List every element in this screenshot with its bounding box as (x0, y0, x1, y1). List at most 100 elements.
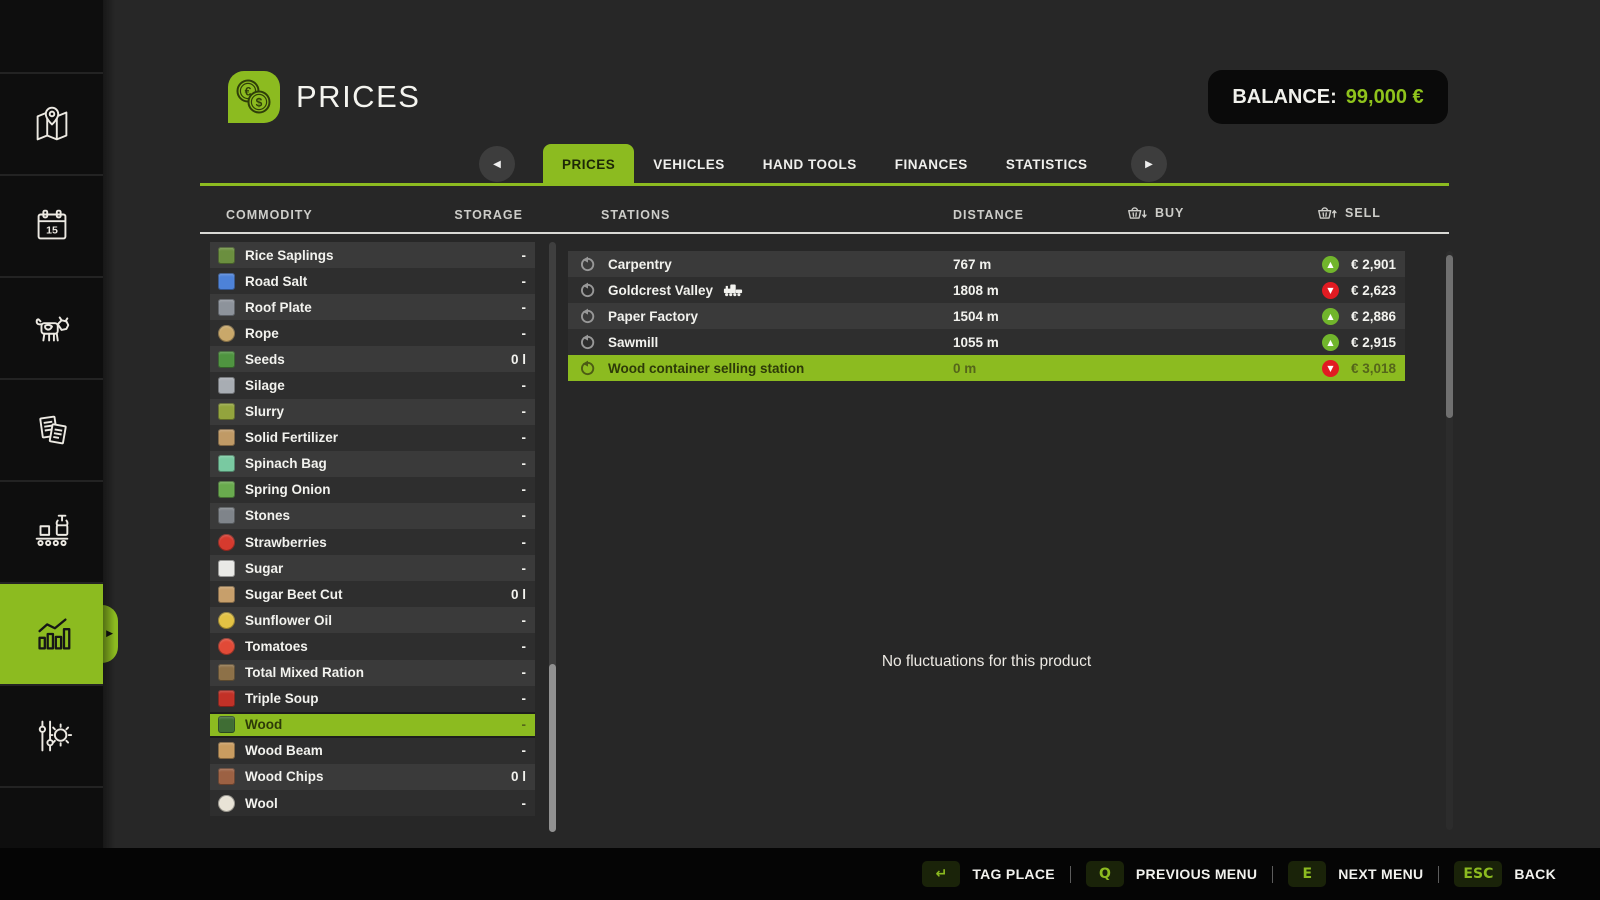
tab-prices[interactable]: PRICES (543, 144, 634, 184)
commodity-row[interactable]: Seeds 0 l (210, 346, 535, 372)
commodity-storage-value: - (522, 665, 527, 680)
commodity-name: Tomatoes (245, 639, 308, 654)
tomatoes-icon (218, 638, 235, 655)
silage-icon (218, 377, 235, 394)
station-row[interactable]: Carpentry 767 m ▲ € 2,901 (568, 251, 1405, 277)
commodity-row[interactable]: Spring Onion - (210, 477, 535, 503)
commodity-row[interactable]: Rope - (210, 320, 535, 346)
commodity-row[interactable]: Solid Fertilizer - (210, 425, 535, 451)
commodity-row[interactable]: Stones - (210, 503, 535, 529)
header-underline (200, 232, 1449, 234)
triple-soup-icon (218, 690, 235, 707)
commodity-row[interactable]: Triple Soup - (210, 686, 535, 712)
hint-tag-place[interactable]: ↵ TAG PLACE (922, 861, 1055, 887)
station-hotspot-icon (578, 308, 595, 325)
commodity-row[interactable]: Wood Chips 0 l (210, 764, 535, 790)
commodity-row[interactable]: Tomatoes - (210, 633, 535, 659)
commodity-row[interactable]: Silage - (210, 372, 535, 398)
station-sell-price: € 2,886 (1351, 309, 1396, 324)
tab-label: FINANCES (895, 157, 968, 172)
price-trend-icon: ▲ (1322, 256, 1339, 273)
station-name: Sawmill (608, 335, 658, 350)
map-icon (29, 101, 75, 147)
commodity-row[interactable]: Roof Plate - (210, 294, 535, 320)
station-sell-price: € 2,901 (1351, 257, 1396, 272)
commodity-scrollbar-thumb[interactable] (549, 664, 556, 832)
commodity-name: Sugar (245, 561, 283, 576)
settings-sliders-icon (29, 713, 75, 759)
station-name: Wood container selling station (608, 361, 804, 376)
tab-hand-tools[interactable]: HAND TOOLS (744, 144, 876, 184)
commodity-name: Rope (245, 326, 279, 341)
commodity-storage-value: - (522, 535, 527, 550)
station-sell-price: € 3,018 (1351, 361, 1396, 376)
sidebar-item-statistics[interactable]: ▶ (0, 584, 103, 686)
station-row[interactable]: Sawmill 1055 m ▲ € 2,915 (568, 329, 1405, 355)
commodity-storage-value: 0 l (511, 769, 526, 784)
commodity-row[interactable]: Total Mixed Ration - (210, 660, 535, 686)
hint-back[interactable]: ESC BACK (1454, 861, 1556, 887)
sunflower-oil-icon (218, 612, 235, 629)
price-trend-icon: ▲ (1322, 308, 1339, 325)
commodity-row[interactable]: Slurry - (210, 399, 535, 425)
tab-finances[interactable]: FINANCES (876, 144, 987, 184)
station-distance: 1808 m (953, 283, 999, 298)
stations-scrollbar-thumb[interactable] (1446, 255, 1453, 418)
tab-label: VEHICLES (653, 157, 725, 172)
rope-icon (218, 325, 235, 342)
input-hints-bar: ↵ TAG PLACE Q PREVIOUS MENU E NEXT MENU … (0, 848, 1600, 900)
seeds-icon (218, 351, 235, 368)
commodity-row[interactable]: Wood Beam - (210, 738, 535, 764)
sidebar-item-settings[interactable] (0, 686, 103, 788)
commodity-row[interactable]: Road Salt - (210, 268, 535, 294)
commodity-storage-value: - (522, 326, 527, 341)
wood-beam-icon (218, 742, 235, 759)
tab-bar: PRICES VEHICLES HAND TOOLS FINANCES STATISTI… (543, 144, 1107, 184)
commodity-row[interactable]: Rice Saplings - (210, 242, 535, 268)
station-name: Paper Factory (608, 309, 698, 324)
station-hotspot-icon (578, 360, 595, 377)
sidebar-item-contracts[interactable] (0, 380, 103, 482)
train-icon (723, 283, 743, 297)
slurry-icon (218, 403, 235, 420)
page-title: PRICES (296, 79, 420, 115)
station-row[interactable]: Wood container selling station 0 m ▼ € 3… (568, 355, 1405, 381)
column-sell: SELL (1316, 204, 1381, 221)
station-row[interactable]: Paper Factory 1504 m ▲ € 2,886 (568, 303, 1405, 329)
commodity-row[interactable]: Wool - (210, 790, 535, 816)
tab-statistics[interactable]: STATISTICS (987, 144, 1107, 184)
commodity-name: Wood (245, 717, 282, 732)
hint-next-menu[interactable]: E NEXT MENU (1288, 861, 1423, 887)
sidebar-item-production[interactable] (0, 482, 103, 584)
footer-divider (1070, 866, 1071, 883)
sidebar-item-animals[interactable] (0, 278, 103, 380)
sidebar-spacer (0, 0, 103, 74)
commodity-row[interactable]: Sunflower Oil - (210, 607, 535, 633)
left-arrow-icon: ◀ (493, 159, 501, 170)
next-tab-button[interactable]: ▶ (1131, 146, 1167, 182)
commodity-storage-value: - (522, 717, 527, 732)
station-row[interactable]: Goldcrest Valley 1808 m ▼ € 2,623 (568, 277, 1405, 303)
roof-plate-icon (218, 299, 235, 316)
commodity-row[interactable]: Spinach Bag - (210, 451, 535, 477)
tab-vehicles[interactable]: VEHICLES (634, 144, 744, 184)
sugar-beet-cut-icon (218, 586, 235, 603)
sidebar-item-map[interactable] (0, 74, 103, 176)
commodity-name: Spring Onion (245, 482, 331, 497)
table-header-row: COMMODITY STORAGE STATIONS DISTANCE BUY … (0, 200, 1600, 232)
hint-previous-menu[interactable]: Q PREVIOUS MENU (1086, 861, 1257, 887)
spring-onion-icon (218, 481, 235, 498)
previous-tab-button[interactable]: ◀ (479, 146, 515, 182)
station-name: Carpentry (608, 257, 672, 272)
commodity-name: Strawberries (245, 535, 327, 550)
prices-menu-icon: € $ (228, 71, 280, 123)
strawberries-icon (218, 534, 235, 551)
commodity-name: Seeds (245, 352, 285, 367)
commodity-row[interactable]: Sugar Beet Cut 0 l (210, 581, 535, 607)
commodity-storage-value: - (522, 508, 527, 523)
commodity-row[interactable]: Wood - (210, 712, 535, 738)
commodity-row[interactable]: Sugar - (210, 555, 535, 581)
column-buy-label: BUY (1155, 206, 1184, 220)
commodity-row[interactable]: Strawberries - (210, 529, 535, 555)
commodity-storage-value: - (522, 639, 527, 654)
